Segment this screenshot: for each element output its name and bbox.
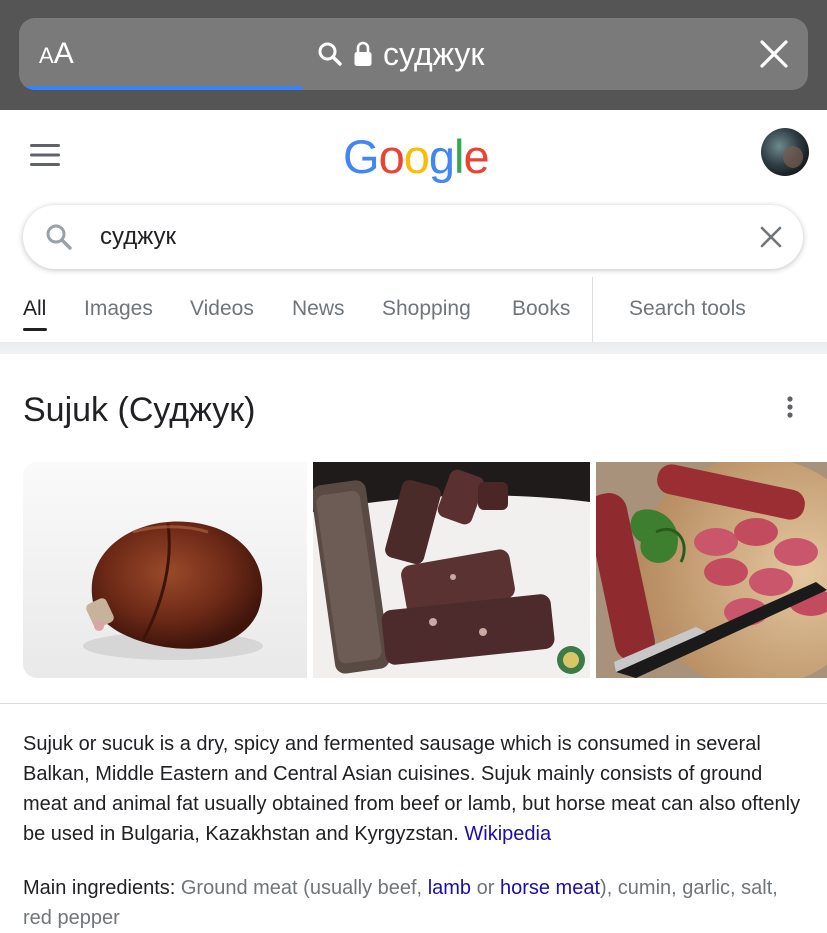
description-text: Sujuk or sucuk is a dry, spicy and ferme… [23,733,801,845]
lock-icon [354,41,372,66]
page-load-progress [19,86,303,90]
tab-videos[interactable]: Videos [190,296,254,322]
horse-meat-link[interactable]: horse meat [500,877,600,899]
tab-books[interactable]: Books [512,296,570,322]
search-tabs: All Images Videos News Shopping Books Se… [0,284,827,342]
tab-news[interactable]: News [292,296,345,322]
lamb-link[interactable]: lamb [428,877,471,899]
divider [0,703,827,704]
search-input[interactable]: суджук [100,223,176,251]
main-ingredients: Main ingredients: Ground meat (usually b… [23,873,803,933]
tab-all[interactable]: All [23,296,46,322]
more-options-icon[interactable] [786,395,794,419]
image-thumbnail[interactable] [313,462,590,678]
divider [0,342,827,354]
search-tools-button[interactable]: Search tools [629,296,746,322]
wikipedia-link[interactable]: Wikipedia [464,823,551,845]
close-icon[interactable] [758,38,790,70]
avatar[interactable] [761,128,809,176]
ingredients-text: or [476,877,495,899]
google-logo-letter: G [343,130,380,183]
knowledge-panel-title[interactable]: Sujuk (Суджук) [23,390,255,430]
text-size-button[interactable]: AA [39,38,74,70]
image-thumbnail[interactable] [23,462,307,678]
address-bar[interactable]: AA суджук [19,18,808,90]
knowledge-panel-description: Sujuk or sucuk is a dry, spicy and ferme… [23,729,803,849]
clear-search-icon[interactable] [759,225,783,249]
ingredients-label: Main ingredients: [23,877,176,899]
google-logo[interactable]: Google [343,130,490,184]
tab-shopping[interactable]: Shopping [382,296,471,322]
google-logo-letter: g [428,130,455,183]
tab-images[interactable]: Images [84,296,153,322]
image-thumbnail[interactable] [596,462,827,678]
text-size-small-label: A [39,43,54,68]
image-carousel[interactable] [23,462,827,678]
google-logo-letter: o [403,130,430,183]
ingredients-text: Ground meat (usually beef, [180,877,423,899]
active-tab-indicator [23,328,47,331]
search-icon [318,42,342,66]
browser-toolbar: AA суджук [0,0,827,110]
url-display[interactable]: суджук [317,36,484,72]
google-logo-letter: e [463,130,489,183]
text-size-large-label: A [53,37,74,70]
hamburger-menu-icon[interactable] [30,144,60,166]
url-text: суджук [383,36,485,72]
search-icon[interactable] [45,223,73,251]
search-bar[interactable]: суджук [23,205,803,269]
google-logo-letter: o [378,130,405,183]
divider [592,277,593,343]
